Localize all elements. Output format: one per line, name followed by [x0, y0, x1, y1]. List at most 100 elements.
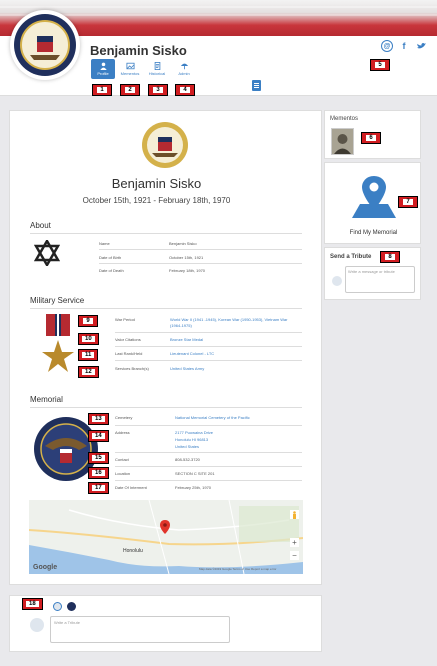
badge-number: 7: [403, 199, 413, 205]
tab-profile[interactable]: Profile: [91, 59, 115, 79]
at-icon[interactable]: @: [381, 40, 393, 52]
interment-date-value: February 25th, 1970: [175, 485, 212, 490]
tribute-input[interactable]: Write a Tribute: [50, 616, 230, 643]
divider: [115, 346, 302, 347]
about-row: Name Benjamin Sisko: [99, 241, 299, 246]
contact-value: 808-532-3720: [175, 457, 200, 462]
memorial-row: Contact 808-532-3720: [115, 457, 305, 462]
map-attribution[interactable]: Map data ©2019 Google Terms of Use Repor…: [199, 567, 276, 571]
about-row: Date of Death February 18th, 1970: [99, 268, 299, 273]
tab-label: Historical: [148, 71, 166, 76]
badge-number: 10: [82, 336, 95, 342]
page-title: Benjamin Sisko: [90, 43, 187, 58]
badge-number: 12: [82, 369, 95, 375]
profile-tabs: Profile Mementos Historical Admin: [91, 59, 196, 79]
row-value: October 15th, 1921: [169, 255, 204, 260]
badge-number: 14: [92, 433, 105, 439]
military-row: Services Branch(s) United States Army: [115, 366, 300, 371]
annotation-badge: 11: [78, 349, 99, 361]
annotation-badge: 8: [380, 251, 400, 263]
row-label: Valor Citations: [115, 337, 141, 342]
military-row: War Period World War II (1941 -1945), Kor…: [115, 317, 300, 329]
badge-number: 4: [180, 87, 190, 93]
memorial-row: Cemetery National Memorial Cemetery of th…: [115, 415, 305, 420]
army-seal-logo: [10, 10, 80, 80]
row-value: February 18th, 1970: [169, 268, 206, 273]
person-icon: [99, 62, 107, 70]
service-branch-link[interactable]: United States Army: [170, 366, 300, 371]
google-doc-icon[interactable]: [252, 80, 261, 91]
military-row: Last Rank/Held Lieutenant Colonel - LTC: [115, 351, 300, 356]
bronze-star-medal-image: [42, 314, 74, 372]
memorial-row: Address 2177 Puowaina Drive: [115, 430, 305, 435]
zoom-in-button[interactable]: +: [290, 538, 299, 547]
military-service-heading: Military Service: [30, 296, 85, 305]
divider: [30, 308, 302, 309]
military-row: Valor Citations Bronze Star Medal: [115, 337, 300, 342]
tribute-post-card: Write a Tribute: [9, 595, 322, 652]
twitter-icon[interactable]: [415, 40, 427, 52]
zoom-out-button[interactable]: −: [290, 551, 299, 560]
badge-number: 11: [82, 352, 95, 358]
cemetery-map[interactable]: Honolulu Google Map data ©2019 Google Te…: [29, 500, 303, 574]
row-value: Benjamin Sisko: [169, 241, 197, 246]
divider: [115, 332, 302, 333]
divider: [99, 249, 302, 250]
row-label: Name: [99, 241, 110, 246]
divider: [115, 452, 302, 453]
tab-historical[interactable]: Historical: [145, 59, 169, 79]
user-avatar[interactable]: [53, 602, 62, 611]
cemetery-link[interactable]: National Memorial Cemetery of the Pacifi…: [175, 415, 305, 420]
badge-number: 16: [92, 470, 105, 476]
row-label: Location: [115, 471, 131, 476]
address-line-3[interactable]: United States: [175, 444, 305, 449]
profile-name: Benjamin Sisko: [111, 176, 202, 191]
war-period-link[interactable]: World War II (1941 -1945), Korean War (1…: [170, 317, 300, 329]
row-label: [115, 444, 175, 449]
annotation-badge: 9: [78, 315, 98, 327]
map-terrain: [29, 500, 303, 574]
user-avatar: [30, 618, 44, 632]
row-label: War Period: [115, 317, 135, 322]
memento-thumbnail[interactable]: [331, 128, 354, 155]
annotation-badge: 2: [120, 84, 140, 96]
photo-icon: [126, 62, 134, 70]
badge-number: 18: [26, 601, 39, 607]
tab-label: Profile: [97, 71, 109, 76]
divider: [115, 480, 302, 481]
tribute-message-input[interactable]: Write a message or tribute: [345, 266, 415, 293]
banner-stripe: [0, 6, 437, 8]
address-line-1[interactable]: 2177 Puowaina Drive: [175, 430, 305, 435]
valor-citation-link[interactable]: Bronze Star Medal: [170, 337, 300, 342]
map-city-label: Honolulu: [123, 548, 143, 554]
map-pin-icon[interactable]: [160, 520, 170, 534]
annotation-badge: 14: [88, 430, 109, 442]
pegman-icon[interactable]: [290, 510, 299, 519]
address-line-2[interactable]: Honolulu HI 96813: [175, 437, 305, 442]
tab-mementos[interactable]: Mementos: [118, 59, 142, 79]
user-avatar: [332, 276, 342, 286]
divider: [115, 360, 302, 361]
umbrella-icon: [180, 63, 188, 70]
divider: [30, 233, 302, 234]
annotation-badge: 1: [92, 84, 112, 96]
annotation-badge: 12: [78, 366, 99, 378]
rank-link[interactable]: Lieutenant Colonel - LTC: [170, 351, 300, 356]
facebook-icon[interactable]: f: [398, 40, 410, 52]
tab-admin[interactable]: Admin: [172, 59, 196, 79]
memorial-row: Location SECTION C SITE 201: [115, 471, 305, 476]
annotation-badge: 7: [398, 196, 418, 208]
row-label: [115, 437, 175, 442]
row-label: Address: [115, 430, 130, 435]
user-avatar[interactable]: [67, 602, 76, 611]
row-label: Contact: [115, 457, 129, 462]
annotation-badge: 10: [78, 333, 99, 345]
badge-number: 15: [92, 455, 105, 461]
badge-number: 3: [153, 87, 163, 93]
row-label: Services Branch(s): [115, 366, 149, 371]
badge-number: 1: [97, 87, 107, 93]
divider: [115, 466, 302, 467]
annotation-badge: 5: [370, 59, 390, 71]
tab-label: Admin: [178, 71, 190, 76]
social-links: @ f: [381, 40, 427, 52]
